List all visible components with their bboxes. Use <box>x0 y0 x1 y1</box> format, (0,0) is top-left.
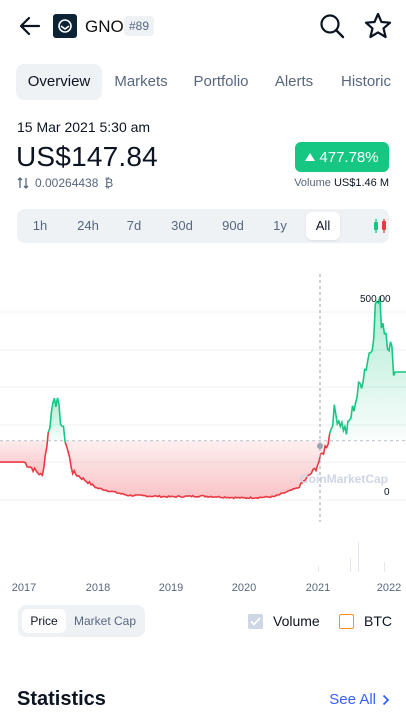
price-chart-svg: 500.00 0 CoinMarketCap <box>0 274 406 572</box>
chart-baseline-label: 0 <box>384 487 390 498</box>
volume-row: Volume US$1.46 M <box>294 177 389 189</box>
btc-price-value: 0.00264438 <box>35 176 99 190</box>
x-tick-label: 2022 <box>376 582 402 594</box>
rank-badge: #89 <box>124 16 155 36</box>
search-button[interactable] <box>318 12 346 40</box>
volume-bar <box>358 542 359 572</box>
watchlist-star-button[interactable] <box>363 11 393 41</box>
volume-bar <box>350 558 351 572</box>
checkbox-checked-icon <box>248 613 263 629</box>
time-range-selector: 1h 24h 7d 30d 90d 1y All <box>17 209 389 243</box>
tab-markets[interactable]: Markets <box>108 64 174 100</box>
tab-bar: Overview Markets Portfolio Alerts Histor… <box>16 64 406 100</box>
x-tick-label: 2019 <box>158 582 184 594</box>
area-fill-down <box>0 432 49 476</box>
btc-symbol: ₿ <box>104 176 114 190</box>
range-7d[interactable]: 7d <box>121 212 147 240</box>
area-fill-down <box>65 433 330 499</box>
see-all-label: See All <box>329 691 376 708</box>
price-value: US$147.84 <box>16 141 158 172</box>
range-24h[interactable]: 24h <box>72 212 104 240</box>
search-icon <box>320 14 345 39</box>
chevron-right-icon <box>382 694 390 705</box>
range-1h[interactable]: 1h <box>25 212 55 240</box>
x-tick-label: 2018 <box>85 582 111 594</box>
volume-checkbox[interactable]: Volume <box>248 613 320 629</box>
range-30d[interactable]: 30d <box>167 212 197 240</box>
tab-alerts[interactable]: Alerts <box>271 64 317 100</box>
btc-checkbox[interactable]: BTC <box>339 613 392 629</box>
tab-historic[interactable]: Historic <box>336 64 396 100</box>
price-chart[interactable]: 500.00 0 CoinMarketCap <box>0 262 406 582</box>
volume-checkbox-label: Volume <box>273 613 320 629</box>
x-tick-label: 2017 <box>11 582 37 594</box>
price-change-badge: 477.78% <box>295 142 389 172</box>
tab-overview[interactable]: Overview <box>16 64 102 100</box>
mode-market-cap[interactable]: Market Cap <box>70 609 140 633</box>
price-date: 15 Mar 2021 5:30 am <box>17 119 151 135</box>
x-tick-label: 2021 <box>305 582 331 594</box>
candlestick-icon <box>374 219 386 233</box>
statistics-title: Statistics <box>17 688 106 710</box>
candlestick-toggle[interactable] <box>372 217 388 235</box>
volume-bars <box>318 542 385 572</box>
chart-max-label: 500.00 <box>360 294 391 305</box>
chart-mode-toggle: Price Market Cap <box>18 605 145 637</box>
price-change-value: 477.78% <box>319 148 379 166</box>
back-button[interactable] <box>16 12 44 40</box>
coin-symbol: GNO <box>85 17 124 36</box>
swap-arrows-icon <box>17 177 29 189</box>
volume-value: US$1.46 M <box>333 177 389 189</box>
area-fill-up <box>329 296 406 441</box>
volume-bar <box>318 566 319 572</box>
top-bar: GNO #89 <box>0 0 406 52</box>
caret-up-icon <box>305 153 316 161</box>
range-90d[interactable]: 90d <box>217 212 249 240</box>
volume-bar <box>384 562 385 572</box>
x-tick-label: 2020 <box>231 582 257 594</box>
tab-portfolio[interactable]: Portfolio <box>188 64 254 100</box>
coin-logo <box>53 14 77 38</box>
checkbox-unchecked-icon <box>339 613 354 629</box>
chart-watermark: CoinMarketCap <box>300 472 388 486</box>
mode-price[interactable]: Price <box>22 609 66 633</box>
see-all-link[interactable]: See All <box>329 691 390 708</box>
volume-label: Volume <box>294 177 331 189</box>
star-icon <box>364 12 392 39</box>
range-1y[interactable]: 1y <box>267 212 293 240</box>
chart-x-axis: 2017 2018 2019 2020 2021 2022 <box>0 582 406 600</box>
arrow-left-icon <box>19 16 41 36</box>
crosshair-dot <box>317 443 323 449</box>
btc-checkbox-label: BTC <box>364 613 392 629</box>
btc-price-row: 0.00264438 ₿ <box>17 176 113 190</box>
range-all[interactable]: All <box>306 212 340 240</box>
